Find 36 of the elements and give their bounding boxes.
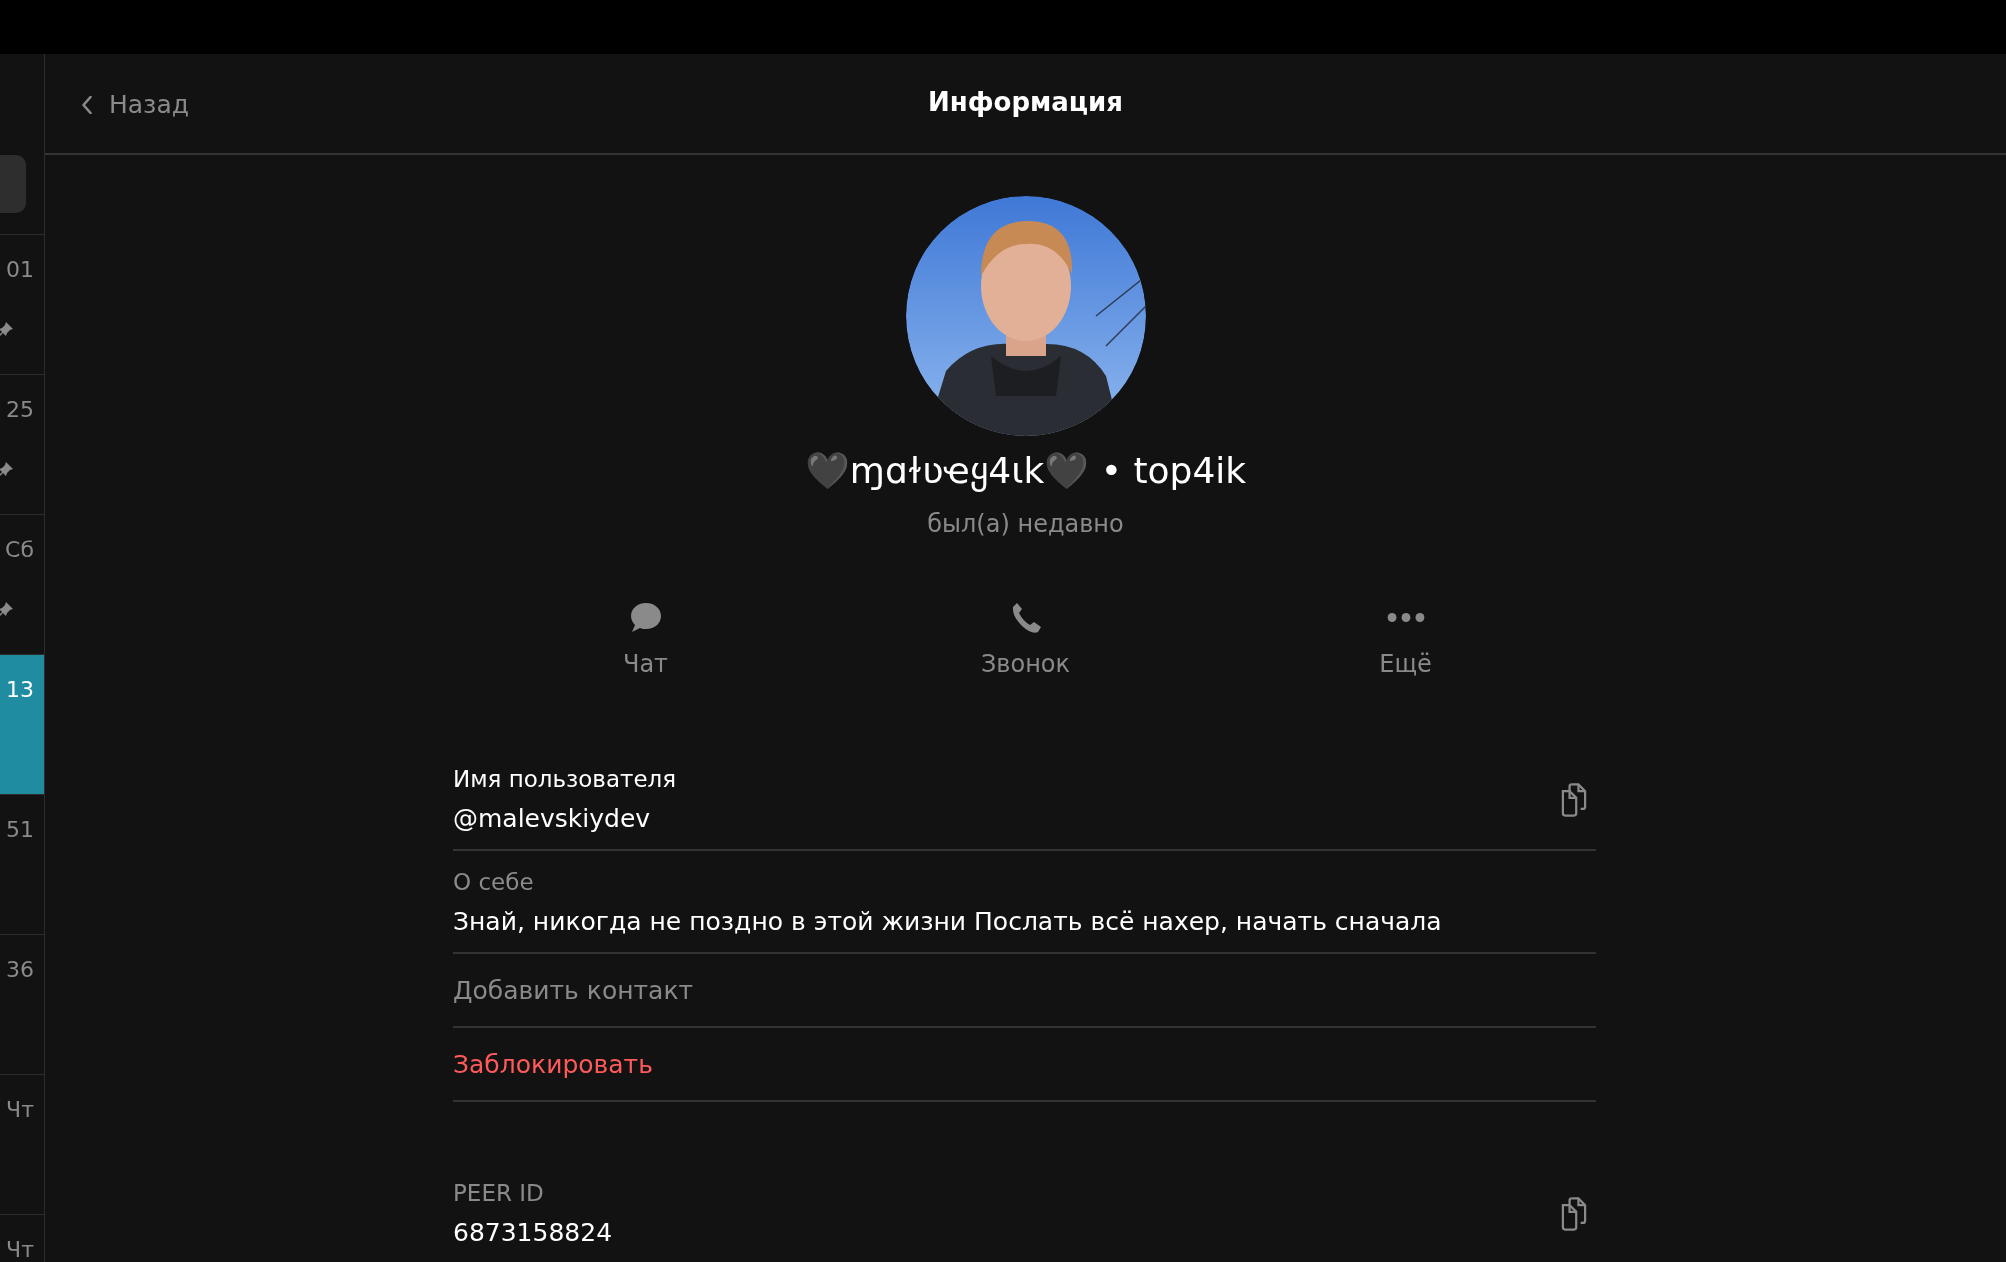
chat-list-item[interactable]: Чт <box>0 1074 44 1214</box>
pin-icon <box>0 461 14 477</box>
action-button[interactable]: Ещё <box>1335 600 1476 678</box>
action-button[interactable]: Звонок <box>955 600 1096 678</box>
action-link[interactable]: Заблокировать <box>453 1049 653 1079</box>
field-label: О себе <box>453 869 535 895</box>
back-button[interactable]: Назад <box>81 90 190 119</box>
pin-icon <box>0 601 14 617</box>
chat-list-item[interactable]: 25 <box>0 374 44 514</box>
chat-time: Чт <box>6 1237 34 1262</box>
chat-time: 01 <box>6 257 34 282</box>
chat-time: 13 <box>6 677 34 702</box>
pin-icon <box>0 321 14 337</box>
chat-list-item[interactable]: 51 <box>0 794 44 934</box>
field-label: PEER ID <box>453 1180 545 1206</box>
last-seen-status: был(а) недавно <box>927 510 1124 538</box>
chevron-icon <box>81 95 93 114</box>
action-button[interactable]: Чат <box>575 600 716 678</box>
profile-name: 🖤ɱɑɫʋҽყ4ιk🖤 • top4ik <box>804 450 1247 492</box>
chat-list-item[interactable]: 13 <box>0 654 44 794</box>
field-value: 6873158824 <box>453 1218 613 1247</box>
chat-list-item[interactable]: 36 <box>0 934 44 1074</box>
chat-time: 25 <box>6 397 34 422</box>
chat-time: Чт <box>6 1097 34 1122</box>
chat-time: Сб <box>5 537 34 562</box>
chat-list-item[interactable]: Чт <box>0 1214 44 1262</box>
search-field[interactable] <box>0 155 26 213</box>
field-label: Имя пользователя <box>453 766 677 792</box>
page-title: Информация <box>928 86 1123 117</box>
action-link[interactable]: Добавить контакт <box>453 975 694 1005</box>
chat-time: 51 <box>6 817 34 842</box>
field-value: @malevskiydev <box>453 804 652 833</box>
field-value: Знай, никогда не поздно в этой жизни Послать всё нахер, начать сначала <box>453 907 1442 936</box>
more-icon <box>1386 611 1425 624</box>
chat-list-item[interactable]: 01 <box>0 234 44 374</box>
chat-time: 36 <box>6 957 34 982</box>
